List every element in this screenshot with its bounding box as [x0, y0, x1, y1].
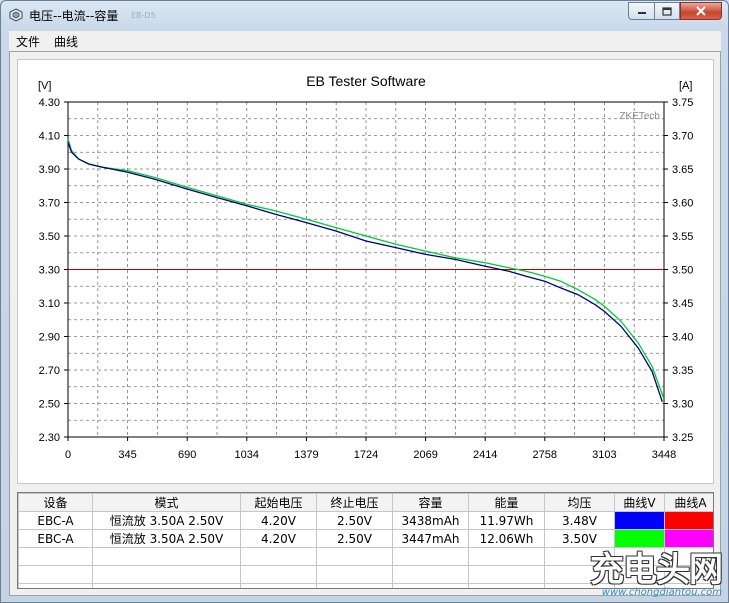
left-axis-tick-label: 2.30 — [39, 432, 60, 444]
curve-a-color-swatch[interactable] — [665, 530, 713, 547]
left-axis-tick-label: 3.90 — [39, 164, 60, 176]
chart-title: EB Tester Software — [306, 73, 426, 89]
right-axis-tick-label: 3.40 — [672, 332, 693, 344]
right-axis-tick-label: 3.50 — [672, 265, 693, 277]
x-axis-tick-label: 345 — [118, 449, 136, 461]
right-axis-tick-label: 3.25 — [672, 432, 693, 444]
left-axis-tick-label: 2.90 — [39, 332, 60, 344]
header-capacity: 容量 — [392, 493, 469, 512]
x-axis-tick-label: 1379 — [294, 449, 318, 461]
header-energy: 能量 — [468, 493, 545, 512]
menu-file[interactable]: 文件 — [11, 33, 45, 50]
window-title: 电压--电流--容量 — [29, 9, 119, 23]
watermark-logo-text: 充电头网 — [590, 550, 723, 590]
menu-curve[interactable]: 曲线 — [49, 33, 83, 50]
cell-curve-a[interactable] — [664, 529, 713, 548]
app-icon — [9, 8, 23, 22]
chart-watermark: ZKETech — [619, 111, 660, 122]
table-row[interactable]: EBC-A 恒流放 3.50A 2.50V 4.20V 2.50V 3447mA… — [18, 529, 713, 548]
cell-curve-v[interactable] — [614, 511, 665, 530]
cell-capacity: 3438mAh — [392, 511, 469, 530]
x-axis-tick-label: 1034 — [235, 449, 259, 461]
cell-capacity: 3447mAh — [392, 529, 469, 548]
cell-avg-voltage: 3.50V — [544, 529, 615, 548]
cell-end-voltage: 2.50V — [316, 511, 393, 530]
close-button[interactable] — [680, 2, 722, 20]
x-axis-tick-label: 2758 — [533, 449, 557, 461]
watermark-url: www.chongdiantou.com — [601, 587, 722, 598]
left-axis-tick-label: 2.50 — [39, 399, 60, 411]
menu-bar: 文件 曲线 — [9, 31, 721, 51]
cell-end-voltage: 2.50V — [316, 529, 393, 548]
x-axis-tick-label: 3103 — [592, 449, 616, 461]
table-row[interactable]: EBC-A 恒流放 3.50A 2.50V 4.20V 2.50V 3438mA… — [18, 511, 713, 530]
left-axis-tick-label: 2.70 — [39, 365, 60, 377]
left-axis-tick-label: 3.30 — [39, 265, 60, 277]
series-line-1 — [67, 138, 665, 399]
cell-mode: 恒流放 3.50A 2.50V — [92, 529, 241, 548]
header-curve-v: 曲线V — [614, 493, 665, 512]
cell-start-voltage: 4.20V — [240, 511, 317, 530]
maximize-icon — [662, 6, 672, 16]
close-icon — [696, 6, 706, 16]
x-axis-tick-label: 2414 — [473, 449, 497, 461]
x-axis-tick-label: 3448 — [652, 449, 676, 461]
right-axis-tick-label: 3.55 — [672, 231, 693, 243]
x-axis-tick-label: 2069 — [413, 449, 437, 461]
cell-start-voltage: 4.20V — [240, 529, 317, 548]
chart-panel: EB Tester Software [V] [A] ZKETech 4.30 4.10 3… — [17, 59, 714, 484]
header-start-voltage: 起始电压 — [240, 493, 317, 512]
header-avg-voltage: 均压 — [544, 493, 615, 512]
right-axis-tick-label: 3.45 — [672, 298, 693, 310]
header-end-voltage: 终止电压 — [316, 493, 393, 512]
cell-energy: 12.06Wh — [468, 529, 545, 548]
right-axis-tick-label: 3.60 — [672, 198, 693, 210]
curve-a-color-swatch[interactable] — [665, 512, 713, 529]
left-axis-tick-label: 3.50 — [39, 231, 60, 243]
cell-energy: 11.97Wh — [468, 511, 545, 530]
curve-v-color-swatch[interactable] — [615, 530, 664, 547]
discharge-chart: EB Tester Software [V] [A] ZKETech 4.30 4.10 3… — [38, 73, 693, 461]
cell-device: EBC-A — [18, 529, 93, 548]
maximize-button[interactable] — [654, 2, 680, 20]
cell-curve-a[interactable] — [664, 511, 713, 530]
left-axis-tick-label: 4.30 — [39, 97, 60, 109]
window-controls — [628, 2, 722, 21]
client-area: EB Tester Software [V] [A] ZKETech 4.30 4.10 3… — [9, 51, 721, 596]
x-axis-tick-label: 1724 — [354, 449, 378, 461]
header-mode: 模式 — [92, 493, 241, 512]
cell-mode: 恒流放 3.50A 2.50V — [92, 511, 241, 530]
left-axis-tick-label: 4.10 — [39, 131, 60, 143]
cell-device: EBC-A — [18, 511, 93, 530]
header-device: 设备 — [18, 493, 93, 512]
title-bar[interactable]: 电压--电流--容量 EB-D5 — [1, 1, 728, 29]
curve-v-color-swatch[interactable] — [615, 512, 664, 529]
left-axis-tick-label: 3.10 — [39, 298, 60, 310]
left-axis-tick-label: 3.70 — [39, 198, 60, 210]
minimize-icon — [637, 12, 646, 14]
window-ghost-title: EB-D5 — [131, 11, 156, 20]
right-axis-tick-label: 3.30 — [672, 399, 693, 411]
right-axis-tick-label: 3.35 — [672, 365, 693, 377]
x-axis-tick-label: 690 — [178, 449, 196, 461]
site-watermark: 充电头网 www.chongdiantou.com — [590, 550, 723, 598]
x-axis-tick-label: 0 — [65, 449, 71, 461]
table-header-row: 设备 模式 起始电压 终止电压 容量 能量 均压 曲线V 曲线A — [18, 493, 713, 512]
left-axis-unit: [V] — [38, 80, 51, 92]
cell-avg-voltage: 3.48V — [544, 511, 615, 530]
right-axis-tick-label: 3.70 — [672, 131, 693, 143]
minimize-button[interactable] — [628, 2, 654, 20]
right-axis-unit: [A] — [679, 80, 692, 92]
right-axis-tick-label: 3.65 — [672, 164, 693, 176]
header-curve-a: 曲线A — [664, 493, 713, 512]
app-window: 电压--电流--容量 EB-D5 文件 曲线 EB Tester Softwar… — [0, 0, 729, 603]
cell-curve-v[interactable] — [614, 529, 665, 548]
right-axis-tick-label: 3.75 — [672, 97, 693, 109]
